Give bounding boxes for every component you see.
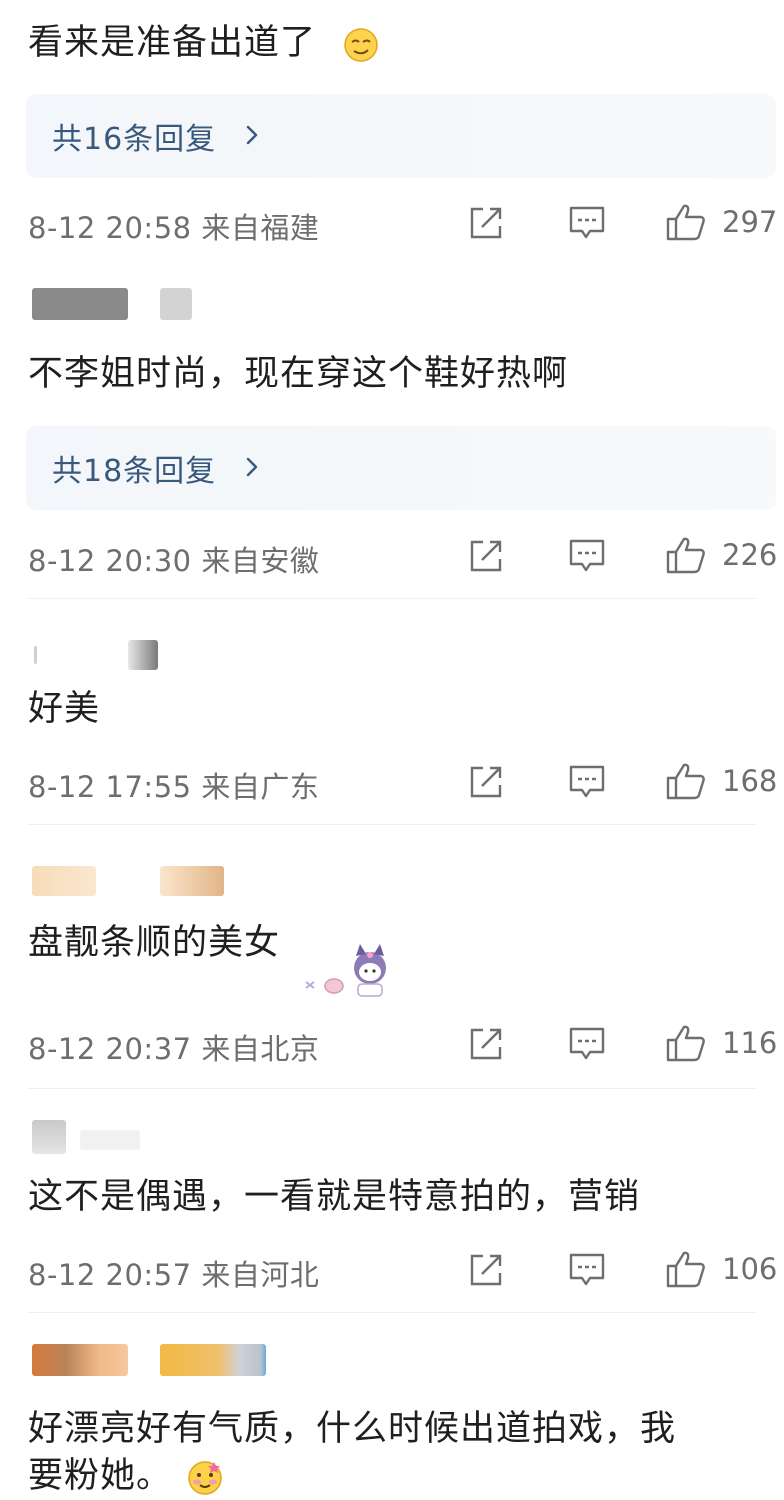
chevron-right-icon [246, 125, 258, 145]
share-icon[interactable] [468, 1026, 504, 1062]
comment-meta: 8-12 20:57 来自河北 [28, 1258, 320, 1292]
comment-icon[interactable] [568, 538, 606, 574]
avatar-blur [32, 866, 96, 896]
share-icon[interactable] [468, 764, 504, 800]
share-icon[interactable] [468, 1252, 504, 1288]
username-blur [160, 866, 224, 896]
thumbs-up-icon[interactable] [665, 761, 707, 801]
comment-text: 不李姐时尚，现在穿这个鞋好热啊 [28, 354, 569, 394]
divider [28, 1312, 756, 1313]
like-count: 226 [722, 538, 778, 572]
like-count: 168 [722, 764, 778, 798]
like-count: 297 [722, 205, 778, 239]
comment-icon[interactable] [568, 205, 606, 241]
thumbs-up-icon[interactable] [665, 1023, 707, 1063]
comment-text: 好漂亮好有气质，什么时候出道拍戏，我 [28, 1409, 677, 1449]
blushing-emoji-icon [188, 1461, 222, 1495]
share-icon[interactable] [468, 538, 504, 574]
comment-meta: 8-12 20:37 来自北京 [28, 1032, 320, 1066]
sticker-decoration-icon [305, 944, 386, 997]
thumbs-up-icon[interactable] [665, 202, 707, 242]
avatar-blur [32, 1120, 66, 1154]
avatar-blur [34, 646, 37, 664]
divider [28, 598, 756, 599]
comment-text: 这不是偶遇，一看就是特意拍的，营销 [28, 1177, 641, 1217]
divider [28, 1088, 756, 1089]
view-replies-button[interactable]: 共18条回复 [26, 426, 776, 510]
comment-meta: 8-12 20:30 来自安徽 [28, 544, 320, 578]
username-blur [128, 640, 158, 670]
like-count: 116 [722, 1026, 778, 1060]
avatar-blur [32, 1344, 128, 1376]
smirk-emoji-icon [344, 28, 378, 62]
comment-icon[interactable] [568, 764, 606, 800]
thumbs-up-icon[interactable] [665, 1249, 707, 1289]
replies-count-label: 共16条回复 [52, 122, 217, 157]
avatar-blur [32, 288, 128, 320]
share-icon[interactable] [468, 205, 504, 241]
thumbs-up-icon[interactable] [665, 535, 707, 575]
username-blur [160, 1344, 266, 1376]
comment-meta: 8-12 20:58 来自福建 [28, 211, 320, 245]
username-blur [160, 288, 192, 320]
username-blur [80, 1130, 140, 1150]
comment-text: 看来是准备出道了 [28, 23, 317, 63]
view-replies-button[interactable]: 共16条回复 [26, 94, 776, 178]
like-count: 106 [722, 1252, 778, 1286]
comment-meta: 8-12 17:55 来自广东 [28, 770, 320, 804]
comment-icon[interactable] [568, 1026, 606, 1062]
comment-text: 好美 [28, 689, 101, 729]
replies-count-label: 共18条回复 [52, 454, 217, 489]
comment-icon[interactable] [568, 1252, 606, 1288]
comment-text: 盘靓条顺的美女 [28, 923, 281, 963]
chevron-right-icon [246, 457, 258, 477]
divider [28, 824, 756, 825]
comment-text-continued: 要粉她。 [28, 1456, 173, 1496]
